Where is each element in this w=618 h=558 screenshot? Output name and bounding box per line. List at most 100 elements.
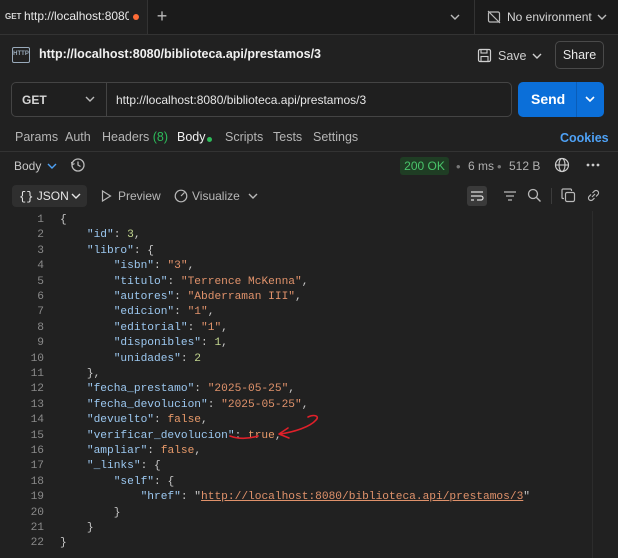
request-tab[interactable]: GET http://localhost:8080/bi — [0, 0, 148, 34]
visualize-button[interactable]: Visualize — [192, 189, 240, 203]
line-number: 2 — [37, 229, 44, 242]
filter-icon[interactable] — [503, 189, 517, 203]
save-icon — [477, 48, 492, 63]
environment-selector[interactable]: No environment — [474, 0, 618, 34]
copy-icon[interactable] — [561, 188, 576, 203]
line-number: 10 — [30, 352, 44, 365]
code-line: "fecha_devolucion": "2025-05-25", — [86, 398, 309, 411]
link-icon[interactable] — [586, 188, 601, 203]
line-number: 22 — [30, 537, 44, 550]
method-chevron-down-icon — [85, 96, 95, 102]
response-body-chevron-down-icon[interactable] — [46, 160, 58, 172]
meta-bullet: • — [497, 159, 502, 174]
send-chevron-down-icon[interactable] — [584, 93, 596, 105]
status-badge[interactable]: 200 OK — [400, 157, 449, 175]
line-number: 12 — [30, 383, 44, 396]
tab-auth[interactable]: Auth — [65, 130, 91, 144]
headers-count: (8) — [152, 130, 169, 144]
format-value: JSON — [36, 189, 69, 203]
scrollbar[interactable] — [592, 211, 604, 558]
unsaved-dot-icon — [133, 14, 139, 20]
code-line: { — [60, 214, 67, 226]
line-number: 13 — [30, 398, 44, 411]
tab-method: GET — [5, 12, 22, 21]
line-number: 6 — [37, 291, 44, 303]
line-number: 21 — [30, 522, 44, 534]
visualize-icon[interactable] — [174, 189, 188, 203]
code-line: "devuelto": false, — [86, 414, 208, 427]
send-label: Send — [531, 91, 566, 107]
tab-params[interactable]: Params — [15, 130, 58, 144]
send-button[interactable]: Send — [518, 82, 604, 117]
save-label: Save — [498, 49, 527, 63]
line-number: 17 — [30, 460, 44, 473]
globe-icon[interactable] — [554, 157, 570, 173]
send-separator — [576, 82, 577, 117]
line-number: 18 — [30, 475, 44, 488]
url-input[interactable]: http://localhost:8080/biblioteca.api/pre… — [116, 93, 366, 107]
response-time[interactable]: 6 ms — [468, 159, 494, 173]
code-line: }, — [60, 368, 101, 380]
code-line: "titulo": "Terrence McKenna", — [113, 275, 309, 288]
history-icon[interactable] — [70, 157, 86, 173]
code-line: "autores": "Abderraman III", — [113, 291, 302, 303]
response-code-viewer[interactable]: 1{2 "id": 3, 3 "libro": {4 "isbn": "3", 5 … — [0, 211, 603, 558]
more-options-icon[interactable] — [586, 162, 600, 168]
braces-icon: {} — [19, 190, 34, 204]
red-arrow-annotation-icon — [229, 414, 319, 440]
no-environment-icon — [487, 10, 501, 24]
code-line: "unidades": 2 — [113, 352, 202, 365]
save-button[interactable]: Save — [470, 42, 550, 70]
line-number: 20 — [30, 506, 44, 519]
method-label: GET — [22, 93, 47, 107]
tab-title: http://localhost:8080/bi — [24, 9, 129, 23]
visualize-chevron-down-icon[interactable] — [247, 190, 259, 202]
code-line: "self": { — [113, 475, 175, 488]
http-request-icon: HTTP — [12, 47, 30, 63]
new-tab-plus-icon[interactable]: + — [152, 6, 172, 26]
code-line: "disponibles": 1, — [113, 337, 228, 350]
response-body-select[interactable]: Body — [14, 159, 41, 173]
meta-bullet: • — [456, 159, 461, 174]
line-number: 8 — [37, 321, 44, 334]
wrap-lines-button[interactable] — [467, 186, 487, 206]
code-line: } — [60, 522, 94, 534]
tab-tests[interactable]: Tests — [273, 130, 302, 144]
code-line: "href": "http://localhost:8080/bibliotec… — [140, 491, 531, 504]
format-select[interactable]: {} JSON — [12, 185, 87, 207]
line-number: 3 — [37, 244, 44, 257]
line-number: 9 — [37, 337, 44, 350]
code-line: "_links": { — [86, 460, 161, 473]
cookies-link[interactable]: Cookies — [560, 131, 609, 145]
code-line: "editorial": "1", — [113, 321, 228, 334]
format-chevron-down-icon — [71, 193, 81, 199]
line-number: 7 — [37, 306, 44, 319]
code-line: "fecha_prestamo": "2025-05-25", — [86, 383, 296, 396]
code-line: } — [60, 537, 67, 550]
environment-chevron-down-icon — [597, 14, 607, 20]
code-line: "isbn": "3", — [113, 260, 195, 273]
line-number: 1 — [37, 214, 44, 226]
request-title: http://localhost:8080/biblioteca.api/pre… — [39, 47, 322, 61]
method-select[interactable]: GET — [12, 83, 107, 116]
play-icon[interactable] — [101, 190, 112, 202]
line-number: 11 — [30, 368, 44, 380]
save-chevron-down-icon[interactable] — [530, 47, 544, 65]
tab-list-chevron-down-icon[interactable] — [448, 7, 462, 27]
code-line: } — [60, 506, 121, 519]
search-icon[interactable] — [527, 188, 542, 203]
tab-body[interactable]: Body — [177, 130, 206, 144]
preview-button[interactable]: Preview — [118, 189, 161, 203]
code-line: "id": 3, — [86, 229, 141, 242]
tab-settings[interactable]: Settings — [313, 130, 358, 144]
line-number: 14 — [30, 414, 44, 427]
code-line: "edicion": "1", — [113, 306, 215, 319]
body-indicator-dot-icon — [207, 137, 212, 142]
code-line: "libro": { — [86, 244, 155, 257]
tab-headers-label: Headers — [102, 130, 150, 144]
tab-scripts[interactable]: Scripts — [225, 130, 263, 144]
line-number: 5 — [37, 275, 44, 288]
response-size[interactable]: 512 B — [509, 159, 540, 173]
share-button[interactable]: Share — [555, 41, 604, 69]
tab-headers[interactable]: Headers (8) — [102, 130, 168, 144]
